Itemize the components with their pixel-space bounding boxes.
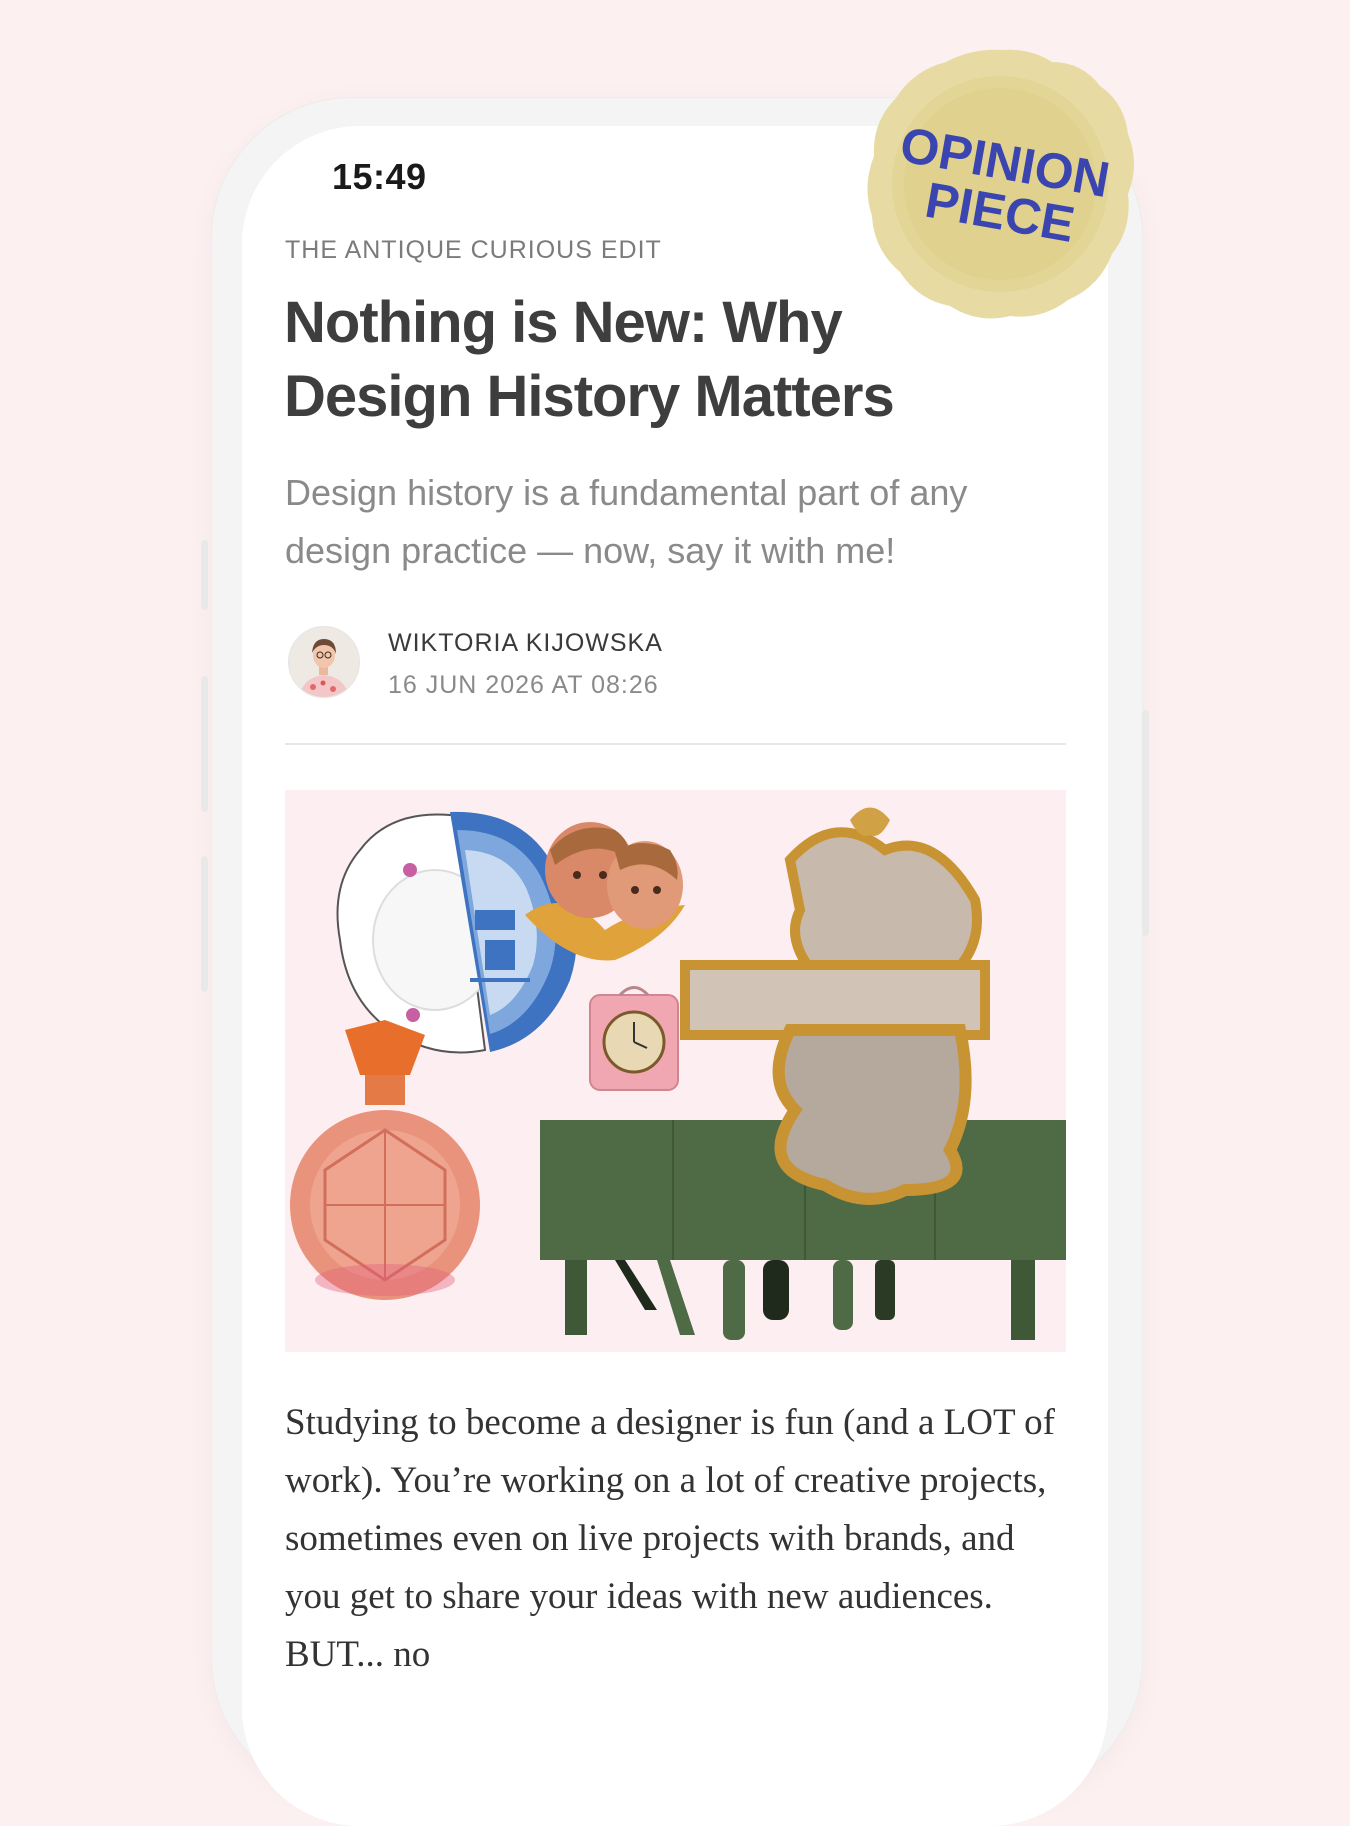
antique-collage	[290, 807, 1066, 1340]
hero-collage-image[interactable]	[285, 790, 1066, 1352]
author-portrait-image	[289, 627, 359, 697]
phone-screen: 15:49 THE ANTIQUE CURIOUS EDIT Nothing i…	[242, 126, 1108, 1826]
phone-side-button	[201, 540, 208, 610]
article-body-text: Studying to become a designer is fun (an…	[285, 1402, 1055, 1675]
publish-date: 16 JUN 2026 AT 08:26	[388, 671, 659, 699]
publication-kicker[interactable]: THE ANTIQUE CURIOUS EDIT	[285, 236, 662, 265]
phone-power-button	[1142, 710, 1149, 936]
plate-illustration	[336, 811, 577, 1054]
wax-seal-icon: OPINION PIECE	[867, 49, 1134, 319]
author-name[interactable]: WIKTORIA KIJOWSKA	[388, 629, 663, 658]
pink-clock-illustration	[589, 986, 679, 1091]
phone-volume-up-button	[201, 676, 208, 812]
status-bar-time: 15:49	[332, 156, 427, 197]
opinion-piece-seal: OPINION PIECE	[862, 44, 1138, 324]
author-avatar[interactable]	[288, 626, 360, 698]
amber-perfume-bottle-illustration	[290, 1020, 480, 1300]
phone-volume-down-button	[201, 856, 208, 992]
article-subtitle: Design history is a fundamental part of …	[285, 472, 968, 571]
divider	[285, 743, 1066, 745]
